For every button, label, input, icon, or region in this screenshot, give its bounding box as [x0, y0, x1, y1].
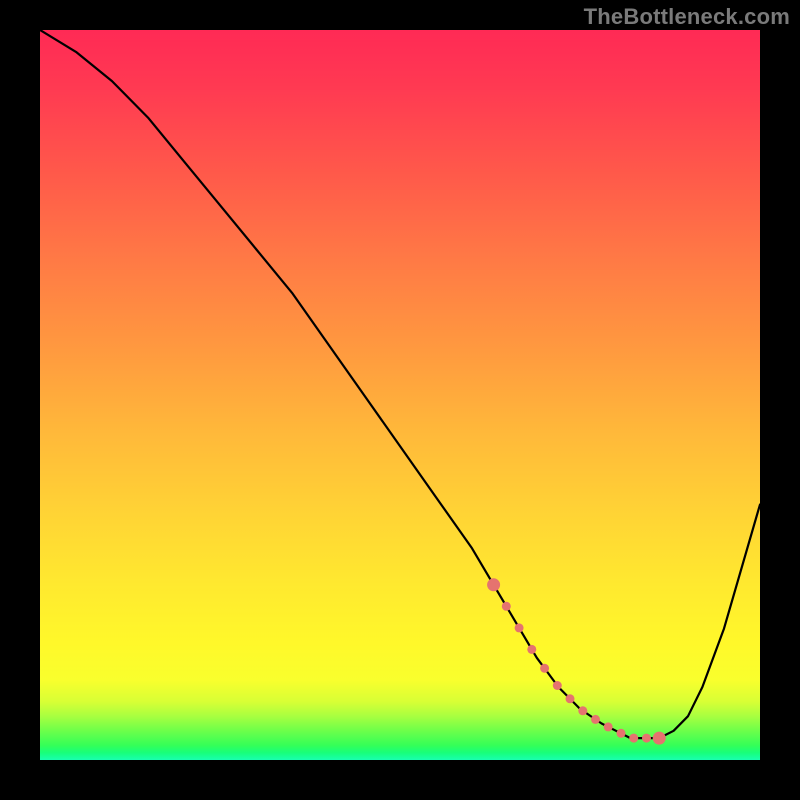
- optimal-dot: [629, 734, 638, 743]
- optimal-dot: [487, 578, 500, 591]
- chart-frame: TheBottleneck.com: [0, 0, 800, 800]
- chart-svg: [40, 30, 760, 760]
- optimal-dot: [515, 623, 524, 632]
- bottleneck-curve: [40, 30, 760, 738]
- optimal-dot: [566, 694, 575, 703]
- optimal-dot: [553, 681, 562, 690]
- optimal-dot: [502, 602, 511, 611]
- optimal-dot: [617, 729, 626, 738]
- optimal-dot: [591, 715, 600, 724]
- optimal-dot: [578, 706, 587, 715]
- optimal-dot: [642, 734, 651, 743]
- optimal-dot: [604, 722, 613, 731]
- optimal-dot: [527, 645, 536, 654]
- optimal-dot: [653, 732, 666, 745]
- optimal-range-dots: [487, 578, 666, 744]
- optimal-dot: [540, 664, 549, 673]
- plot-area: [40, 30, 760, 760]
- watermark-text: TheBottleneck.com: [584, 4, 790, 30]
